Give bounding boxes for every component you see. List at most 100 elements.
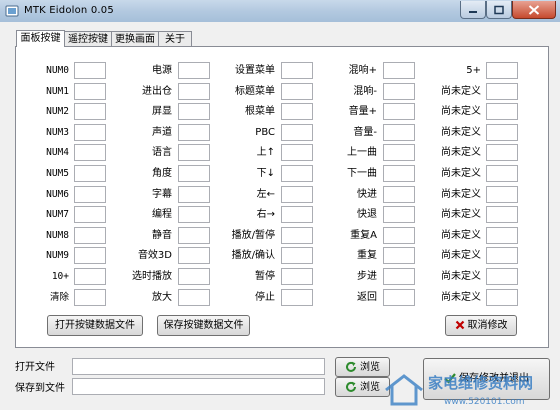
key-label: 音量+ xyxy=(348,106,377,117)
browse-save-button[interactable]: 浏览 xyxy=(335,377,390,397)
key-code-field[interactable] xyxy=(486,124,518,141)
key-code-field[interactable] xyxy=(486,247,518,264)
key-label: NUM2 xyxy=(46,106,69,117)
key-label: 编程 xyxy=(152,209,172,220)
key-label: 快退 xyxy=(357,209,377,220)
key-label: 字幕 xyxy=(152,189,172,200)
key-label: 进出仓 xyxy=(142,86,172,97)
save-key-data-button[interactable]: 保存按键数据文件 xyxy=(157,315,250,336)
key-label: 左← xyxy=(256,189,275,200)
minimize-icon xyxy=(469,10,477,13)
tab-about[interactable]: 关于 xyxy=(158,31,192,46)
cancel-label: 取消修改 xyxy=(467,320,508,331)
key-code-field[interactable] xyxy=(486,206,518,223)
key-label: 尚未定义 xyxy=(441,189,481,200)
tab-change-screen[interactable]: 更换画面 xyxy=(111,31,159,46)
window-title: MTK Eidolon 0.05 xyxy=(24,5,114,16)
browse-label: 浏览 xyxy=(360,382,380,393)
key-label: 尚未定义 xyxy=(441,292,481,303)
key-label: NUM5 xyxy=(46,168,69,179)
key-label: 暂停 xyxy=(255,271,275,282)
maximize-icon xyxy=(494,5,504,14)
key-code-field[interactable] xyxy=(486,103,518,120)
key-label: 尚未定义 xyxy=(441,86,481,97)
key-label: 声道 xyxy=(152,127,172,138)
key-label: 重复A xyxy=(350,230,377,241)
key-label: 音效3D xyxy=(137,250,172,261)
key-code-field[interactable] xyxy=(486,62,518,79)
key-label: 返回 xyxy=(357,292,377,303)
key-label: 播放/确认 xyxy=(231,250,275,261)
save-file-input[interactable] xyxy=(72,378,325,395)
close-button[interactable] xyxy=(512,1,556,19)
key-label: 尚未定义 xyxy=(441,250,481,261)
key-code-field[interactable] xyxy=(486,186,518,203)
key-label: 混响+ xyxy=(348,65,377,76)
key-label: PBC xyxy=(255,127,275,138)
key-label: NUM9 xyxy=(46,250,69,261)
key-label: 屏显 xyxy=(152,106,172,117)
key-label: 静音 xyxy=(152,230,172,241)
key-label: 音量- xyxy=(353,127,377,138)
refresh-icon xyxy=(346,361,356,372)
key-label: 尚未定义 xyxy=(441,168,481,179)
key-label: 5+ xyxy=(466,65,481,76)
key-label: 语言 xyxy=(152,147,172,158)
key-label: NUM4 xyxy=(46,147,69,158)
key-label: 标题菜单 xyxy=(235,86,275,97)
cancel-changes-button[interactable]: 取消修改 xyxy=(445,315,517,336)
key-code-field[interactable] xyxy=(486,227,518,244)
close-icon xyxy=(528,4,540,15)
key-label: 右→ xyxy=(256,209,275,220)
key-label: 尚未定义 xyxy=(441,209,481,220)
key-label: NUM0 xyxy=(46,65,69,76)
open-file-input[interactable] xyxy=(72,358,325,375)
key-label: NUM8 xyxy=(46,230,69,241)
key-label: 根菜单 xyxy=(245,106,275,117)
key-label: NUM6 xyxy=(46,189,69,200)
tab-remote-keys[interactable]: 遥控按键 xyxy=(64,31,112,46)
key-code-field[interactable] xyxy=(486,83,518,100)
key-label: 尚未定义 xyxy=(441,127,481,138)
key-label: 重复 xyxy=(357,250,377,261)
app-icon xyxy=(5,5,19,17)
key-label: 停止 xyxy=(255,292,275,303)
key-code-field[interactable] xyxy=(486,289,518,306)
key-label: 下↓ xyxy=(256,168,275,179)
key-label: 尚未定义 xyxy=(441,147,481,158)
save-and-exit-button[interactable]: 保存修改并退出 xyxy=(423,358,550,400)
key-label: 上一曲 xyxy=(347,147,377,158)
tab-panel-keys[interactable]: 面板按键 xyxy=(16,30,65,47)
key-label: 放大 xyxy=(152,292,172,303)
browse-label: 浏览 xyxy=(360,362,380,373)
key-label: 播放/暂停 xyxy=(231,230,275,241)
key-label: 电源 xyxy=(152,65,172,76)
cancel-icon xyxy=(455,320,464,330)
open-file-label: 打开文件 xyxy=(15,362,55,373)
app-window: MTK Eidolon 0.05 面板按键 遥控按键 更换画面 关于 NUM0 N… xyxy=(0,0,560,410)
key-code-field[interactable] xyxy=(486,268,518,285)
key-label: 尚未定义 xyxy=(441,271,481,282)
refresh-icon xyxy=(346,381,356,392)
key-label: 上↑ xyxy=(256,147,275,158)
save-file-label: 保存到文件 xyxy=(15,383,65,394)
key-code-field[interactable] xyxy=(486,165,518,182)
browse-open-button[interactable]: 浏览 xyxy=(335,357,390,377)
key-label: 混响- xyxy=(353,86,377,97)
key-label: 下一曲 xyxy=(347,168,377,179)
key-code-field[interactable] xyxy=(486,144,518,161)
minimize-button[interactable] xyxy=(460,1,486,19)
key-label: 选时播放 xyxy=(132,271,172,282)
open-key-data-button[interactable]: 打开按键数据文件 xyxy=(47,315,143,336)
save-and-exit-label: 保存修改并退出 xyxy=(459,373,529,384)
check-icon xyxy=(444,373,456,384)
maximize-button[interactable] xyxy=(486,1,512,19)
key-label: 快进 xyxy=(357,189,377,200)
key-label: NUM1 xyxy=(46,86,69,97)
key-label: 10+ xyxy=(51,271,69,282)
key-label: 角度 xyxy=(152,168,172,179)
key-label: 尚未定义 xyxy=(441,106,481,117)
key-label: 尚未定义 xyxy=(441,230,481,241)
key-label: 步进 xyxy=(357,271,377,282)
key-label: NUM3 xyxy=(46,127,69,138)
